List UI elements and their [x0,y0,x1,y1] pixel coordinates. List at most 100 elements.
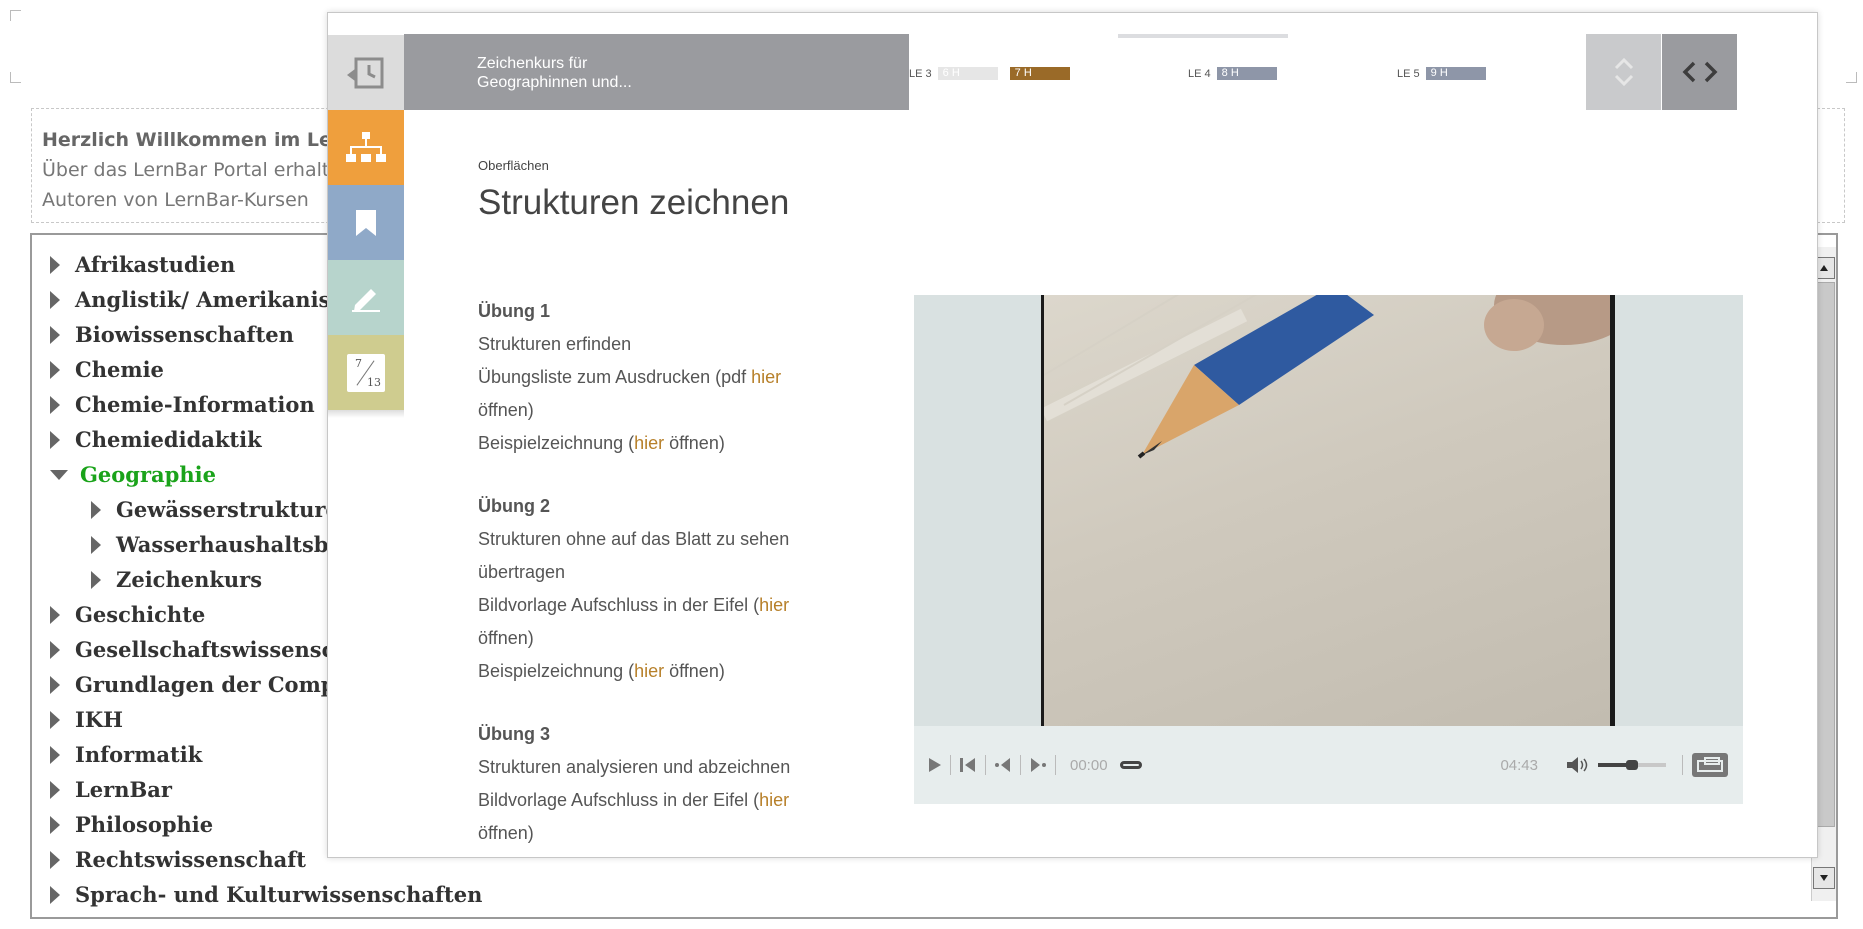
expand-arrow-icon[interactable] [50,780,60,799]
expand-arrow-icon[interactable] [50,815,60,834]
tree-item-label: Informatik [75,742,203,767]
collapse-arrow-icon[interactable] [50,469,68,480]
chevron-left-right-icon [1682,61,1717,83]
control-separator [1682,755,1683,775]
mute-button[interactable] [1566,756,1590,774]
expand-arrow-icon[interactable] [50,360,60,379]
duration: 04:43 [1500,756,1538,774]
volume-slider[interactable] [1598,760,1666,770]
exercise-text: Strukturen analysieren und abzeichnen [478,757,791,777]
exercise-line: Übungsliste zum Ausdrucken (pdf hier öff… [478,361,838,427]
tree-item-label: Biowissenschaften [75,322,294,347]
course-structure-button[interactable] [328,110,404,185]
open-image-link[interactable]: hier [759,790,789,810]
video-frame[interactable] [1041,295,1615,726]
corner-mark [10,10,21,21]
exercise-line: Strukturen ohne auf das Blatt zu sehen ü… [478,523,838,589]
breadcrumb: Oberflächen [478,158,549,173]
chapter-label: LE 4 [1188,67,1211,80]
chapter-navigation: LE 3 6 H 7 H LE 4 8 H LE 5 9 H [909,34,1549,110]
tree-item-label: Chemie [75,357,164,382]
tree-item-label: LernBar [75,777,172,802]
chapter-label: LE 5 [1397,67,1420,80]
expand-arrow-icon[interactable] [50,675,60,694]
open-pdf-link[interactable]: hier [751,367,781,387]
exercise-heading: Übung 3 [478,724,550,744]
volume-handle[interactable] [1626,760,1638,770]
exercise-text: öffnen) [478,628,534,648]
chapter-le5[interactable]: LE 5 9 H [1397,67,1498,80]
chapter-chip[interactable]: 9 H [1425,67,1486,80]
fullscreen-button[interactable] [1691,752,1729,778]
expand-arrow-icon[interactable] [50,850,60,869]
tree-item-label: Rechtswissenschaft [75,847,306,872]
video-controls: 00:00 04:43 [914,726,1743,804]
expand-arrow-icon[interactable] [50,325,60,344]
tree-item-label: Sprach- und Kulturwissenschaften [75,882,483,907]
expand-arrow-icon[interactable] [50,745,60,764]
history-back-button[interactable] [328,35,404,110]
page-total: 13 [367,375,381,389]
chapter-le4[interactable]: LE 4 8 H [1188,67,1289,80]
page-current: 7 [355,356,362,370]
expand-arrow-icon[interactable] [50,885,60,904]
exercise-block: Übung 2 Strukturen ohne auf das Blatt zu… [478,490,838,688]
exercise-line: Bildvorlage Aufschluss in der Eifel (hie… [478,589,838,655]
exercise-line: Beispielzeichnung (hier öffnen) [478,427,838,460]
expand-arrow-icon[interactable] [50,710,60,729]
expand-arrow-icon[interactable] [50,395,60,414]
exercise-text: Übungsliste zum Ausdrucken (pdf [478,367,752,387]
expand-arrow-icon[interactable] [50,430,60,449]
chapter-chip-active[interactable]: 7 H [1009,67,1070,80]
expand-arrow-icon[interactable] [91,535,101,554]
page-prev-next-button[interactable] [1662,34,1737,110]
pencil-drawing-illustration [1044,295,1610,459]
exercise-heading: Übung 2 [478,496,550,516]
rewind-button[interactable] [994,757,1012,773]
seek-handle[interactable] [1119,761,1142,769]
exercise-text: Strukturen ohne auf das Blatt zu sehen ü… [478,529,790,582]
forward-button[interactable] [1029,757,1047,773]
chapter-label: LE 3 [909,67,932,80]
expand-arrow-icon[interactable] [50,640,60,659]
exercise-line: Bildvorlage Aufschluss in der Eifel (hie… [478,784,838,850]
tree-item-label: Anglistik/ Amerikanistik [75,287,363,312]
bookmark-button[interactable] [328,185,404,260]
expand-arrow-icon[interactable] [91,570,101,589]
scroll-down-button[interactable] [1813,867,1835,889]
speaker-icon [1567,757,1588,773]
video-still [1044,295,1610,726]
skip-back-button[interactable] [959,757,977,773]
open-image-link[interactable]: hier [759,595,789,615]
expand-arrow-icon[interactable] [50,290,60,309]
chapter-chip[interactable]: 8 H [1216,67,1277,80]
exercise-heading: Übung 1 [478,301,550,321]
page-counter-button[interactable]: 7 13 [328,335,404,410]
tree-item-label: Geschichte [75,602,206,627]
open-example-link[interactable]: hier [634,661,664,681]
expand-arrow-icon[interactable] [50,255,60,274]
expand-arrow-icon[interactable] [50,605,60,624]
notes-button[interactable] [328,260,404,335]
open-example-link[interactable]: hier [634,433,664,453]
exercise-text: Beispielzeichnung ( [478,433,635,453]
chapter-chip[interactable]: 6 H [937,67,998,80]
control-separator [1055,755,1056,775]
chapter-le3[interactable]: LE 3 6 H 7 H [909,67,1082,80]
chevron-up-down-icon [1614,57,1633,87]
tree-item-sprach-kulturwissenschaften[interactable]: Sprach- und Kulturwissenschaften [50,877,498,912]
tree-item-label: Chemie-Information [75,392,315,417]
expand-arrow-icon[interactable] [91,500,101,519]
course-title-line: Zeichenkurs für [477,55,588,72]
exercise-content: Übung 1 Strukturen erfinden Übungsliste … [478,295,838,857]
video-player[interactable]: 00:00 04:43 [914,295,1743,804]
tree-item-label: Philosophie [75,812,214,837]
exercise-text: öffnen) [478,400,534,420]
exercise-text: öffnen) [664,661,725,681]
course-title-bar[interactable]: Zeichenkurs für Geographinnen und... [404,34,909,110]
tree-item-label: Geographie [80,462,216,487]
play-button[interactable] [928,757,942,773]
chapter-up-down-button[interactable] [1586,34,1661,110]
toolbar-shadow [328,410,404,418]
skip-back-icon [960,758,975,772]
